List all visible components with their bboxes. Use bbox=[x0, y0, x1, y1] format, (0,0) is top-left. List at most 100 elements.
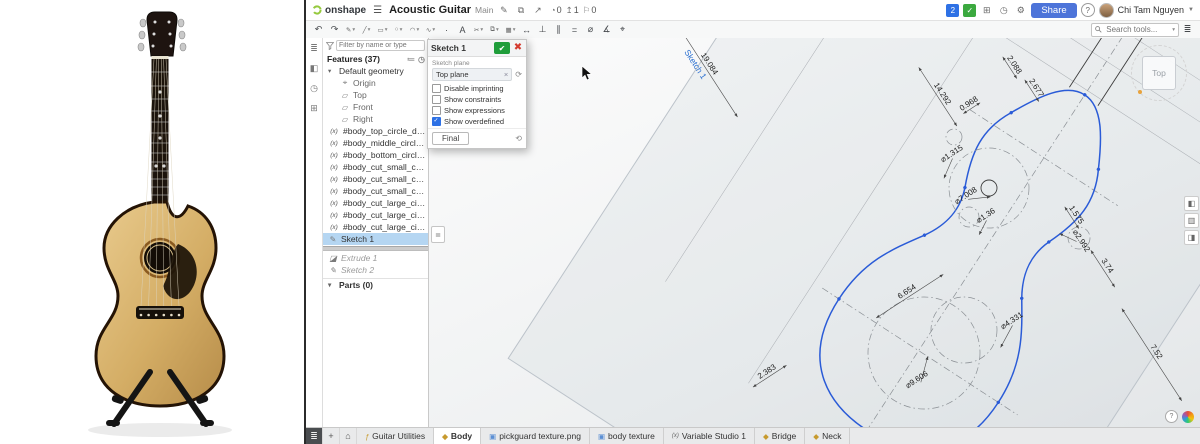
checkbox[interactable] bbox=[432, 84, 441, 93]
variable-feature-row[interactable]: (x) #body_cut_large_circl... bbox=[323, 197, 428, 209]
checkbox[interactable] bbox=[432, 117, 441, 126]
document-tab[interactable]: ◆ Bridge bbox=[755, 428, 805, 444]
document-tab[interactable]: ƒ Guitar Utilities bbox=[357, 428, 434, 444]
feature-list-icon[interactable]: ≣ bbox=[310, 43, 318, 54]
search-tools-box[interactable]: ▾ bbox=[1091, 23, 1179, 37]
toolbar-tool[interactable]: ↔ bbox=[519, 23, 534, 37]
toolbar-tool[interactable]: = bbox=[567, 23, 582, 37]
toolbar-tool[interactable]: ↷ bbox=[327, 23, 342, 37]
sketch-option-row[interactable]: Show constraints bbox=[432, 94, 522, 105]
panel-collapse-handle[interactable]: ≣ bbox=[431, 226, 445, 243]
settings-gear-icon[interactable]: ⚙ bbox=[1014, 5, 1027, 16]
toolbar-tool[interactable]: ◠ bbox=[407, 23, 422, 37]
accept-button[interactable]: ✔ bbox=[494, 42, 510, 54]
toolbar-tool[interactable]: ✂ bbox=[471, 23, 486, 37]
feature-right-plane[interactable]: ▱ Right bbox=[323, 113, 428, 125]
feature-top-plane[interactable]: ▱ Top bbox=[323, 89, 428, 101]
apps-grid-icon[interactable]: ⊞ bbox=[980, 5, 993, 16]
share-link-icon[interactable]: ↗ bbox=[531, 5, 544, 16]
variable-feature-row[interactable]: (x) #body_bottom_circle_... bbox=[323, 149, 428, 161]
final-button[interactable]: Final bbox=[432, 132, 469, 145]
document-tab[interactable]: ▣ pickguard texture.png bbox=[481, 428, 590, 444]
feature-sketch-1[interactable]: ✎ Sketch 1 bbox=[323, 233, 428, 245]
feature-sketch-2[interactable]: ✎ Sketch 2 bbox=[323, 264, 428, 276]
main-menu-icon[interactable]: ☰ bbox=[373, 5, 382, 16]
tables-icon[interactable]: ⊞ bbox=[310, 103, 318, 114]
new-tab-icon[interactable]: + bbox=[323, 428, 340, 444]
doc-counter[interactable]: ◔ 0 bbox=[550, 5, 561, 15]
variable-feature-row[interactable]: (x) #body_cut_small_circl... bbox=[323, 185, 428, 197]
checkbox[interactable] bbox=[432, 95, 441, 104]
doc-counter[interactable]: ↥ 1 bbox=[566, 5, 579, 16]
document-tab[interactable]: ◆ Body bbox=[434, 428, 481, 444]
variable-feature-row[interactable]: (x) #body_cut_small_circl... bbox=[323, 161, 428, 173]
user-name[interactable]: Chi Tam Nguyen bbox=[1118, 5, 1184, 15]
variable-feature-row[interactable]: (x) #body_middle_circle_d... bbox=[323, 137, 428, 149]
feature-filter-input[interactable] bbox=[336, 40, 425, 51]
document-tab[interactable]: (x) Variable Studio 1 bbox=[664, 428, 755, 444]
sketch-option-row[interactable]: Disable imprinting bbox=[432, 83, 522, 94]
rename-icon[interactable]: ✎ bbox=[497, 5, 510, 16]
history-icon[interactable]: ◷ bbox=[997, 5, 1010, 16]
remove-plane-icon[interactable]: × bbox=[504, 70, 508, 79]
document-tab[interactable]: ◆ Neck bbox=[805, 428, 850, 444]
variable-feature-row[interactable]: (x) #body_top_circle_diam... bbox=[323, 125, 428, 137]
share-button[interactable]: Share bbox=[1031, 3, 1076, 18]
feature-history-icon[interactable]: ◷ bbox=[418, 55, 425, 64]
search-caret-icon[interactable]: ▾ bbox=[1172, 27, 1175, 33]
toolbar-tool[interactable]: ╱ bbox=[359, 23, 374, 37]
copy-workspace-icon[interactable]: ⧉ bbox=[514, 5, 527, 16]
variable-feature-row[interactable]: (x) #body_cut_large_circl... bbox=[323, 209, 428, 221]
isolate-icon[interactable]: ◨ bbox=[1184, 230, 1199, 245]
toolbar-tool[interactable]: ∥ bbox=[551, 23, 566, 37]
onshape-logo[interactable]: onshape bbox=[312, 5, 366, 16]
user-avatar[interactable] bbox=[1099, 3, 1114, 18]
rollback-bar[interactable] bbox=[323, 246, 428, 251]
feature-list-options-icon[interactable]: ≔ bbox=[407, 55, 415, 64]
sketch-plane-chip[interactable]: Top plane × bbox=[432, 68, 512, 81]
learning-center-badge[interactable]: ✓ bbox=[963, 4, 976, 17]
document-tab[interactable]: ▣ body texture bbox=[590, 428, 664, 444]
checkbox[interactable] bbox=[432, 106, 441, 115]
toolbar-tool[interactable]: ⌖ bbox=[615, 23, 630, 37]
toolbar-tool[interactable]: ∿ bbox=[423, 23, 438, 37]
toolbar-tool[interactable]: ○ bbox=[391, 23, 406, 37]
help-button[interactable]: ? bbox=[1081, 3, 1095, 17]
toolbar-tool[interactable]: · bbox=[439, 23, 454, 37]
toolbar-tool[interactable]: ✎ bbox=[343, 23, 358, 37]
flip-direction-icon[interactable]: ⟳ bbox=[515, 70, 522, 79]
toolbar-tool[interactable]: ⊥ bbox=[535, 23, 550, 37]
comments-icon[interactable]: ◧ bbox=[310, 63, 319, 74]
toolbar-tool[interactable]: A bbox=[455, 23, 470, 37]
named-views-icon[interactable]: ▥ bbox=[1184, 213, 1199, 228]
tab-manager-icon[interactable]: ≣ bbox=[306, 428, 323, 444]
sketch-option-row[interactable]: Show expressions bbox=[432, 105, 522, 116]
dialog-options-icon[interactable]: ⟲ bbox=[515, 134, 522, 143]
feature-front-plane[interactable]: ▱ Front bbox=[323, 101, 428, 113]
toolbar-tool[interactable]: ▭ bbox=[375, 23, 390, 37]
doc-counter[interactable]: ⚐ 0 bbox=[583, 5, 597, 16]
toolbar-tool[interactable]: ↶ bbox=[311, 23, 326, 37]
user-menu-chevron-icon[interactable]: ▼ bbox=[1188, 7, 1194, 13]
parts-section-row[interactable]: ▾ Parts (0) bbox=[323, 278, 428, 291]
variable-feature-row[interactable]: (x) #body_cut_small_circl... bbox=[323, 173, 428, 185]
feature-extrude-1[interactable]: ◪ Extrude 1 bbox=[323, 252, 428, 264]
toolbar-tool[interactable]: ▦ bbox=[503, 23, 518, 37]
sketch-dialog-header[interactable]: Sketch 1 ✔ ✖ bbox=[428, 40, 526, 57]
graphics-canvas[interactable]: Sketch 1 19.084 2.088 2.677 bbox=[429, 38, 1200, 428]
sketch-option-row[interactable]: Show overdefined bbox=[432, 116, 522, 127]
toolbar-tool[interactable]: ∡ bbox=[599, 23, 614, 37]
search-tools-input[interactable] bbox=[1104, 24, 1170, 35]
workspace-name[interactable]: Main bbox=[475, 5, 493, 15]
default-geometry-row[interactable]: ▾ Default geometry bbox=[323, 65, 428, 77]
toolbar-overflow-icon[interactable]: ≣ bbox=[1180, 23, 1195, 37]
cancel-button[interactable]: ✖ bbox=[513, 43, 523, 53]
appearance-wheel-icon[interactable] bbox=[1182, 411, 1194, 423]
toolbar-tool[interactable]: ⧉ bbox=[487, 23, 502, 37]
notifications-badge[interactable]: 2 bbox=[946, 4, 959, 17]
versions-icon[interactable]: ◷ bbox=[310, 83, 318, 94]
feature-origin[interactable]: ⌖ Origin bbox=[323, 77, 428, 89]
section-view-icon[interactable]: ◧ bbox=[1184, 196, 1199, 211]
view-cube[interactable]: Top bbox=[1136, 50, 1182, 96]
toolbar-tool[interactable]: ⌀ bbox=[583, 23, 598, 37]
